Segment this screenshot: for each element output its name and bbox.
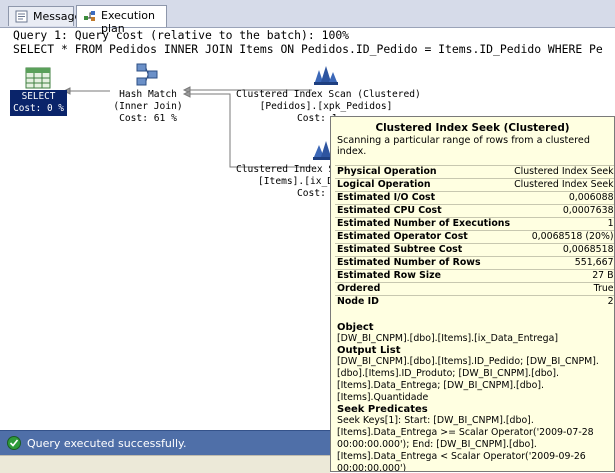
- tooltip-row: Estimated Row Size 27 B: [335, 269, 614, 283]
- tab-execution-plan[interactable]: Execution plan: [76, 5, 167, 35]
- tooltip-row: Estimated Operator Cost 0,0068518 (20%): [335, 230, 614, 244]
- messages-icon: [15, 10, 28, 23]
- query-cost-line: Query 1: Query cost (relative to the bat…: [13, 28, 350, 42]
- seek-node-cost: Cost:: [297, 188, 326, 199]
- status-bar: Query executed successfully.: [0, 430, 330, 456]
- tab-messages[interactable]: Messages: [8, 6, 87, 26]
- tooltip-row-value: 0,006088: [512, 191, 614, 205]
- tooltip-row-value: 0,0068518: [512, 243, 614, 257]
- tooltip-row-key: Logical Operation: [335, 178, 513, 192]
- scan-node-object: [Pedidos].[xpk_Pedidos]: [259, 101, 393, 112]
- tooltip-row: Ordered True: [335, 282, 614, 296]
- tooltip-row-key: Estimated Row Size: [335, 269, 513, 283]
- select-table-icon[interactable]: [25, 67, 51, 89]
- tooltip-row: Node ID 2: [335, 295, 614, 308]
- operator-tooltip: Clustered Index Seek (Clustered) Scannin…: [330, 116, 615, 472]
- tooltip-row-key: Estimated Number of Rows: [335, 256, 513, 270]
- clustered-index-seek-node-label[interactable]: Clustered Index S [Items].[ix_D Cost:: [236, 164, 330, 200]
- tooltip-row-value: 27 B: [512, 269, 614, 283]
- hash-match-cost: Cost: 61 %: [119, 113, 177, 124]
- tooltip-row-value: 0,0007638: [512, 204, 614, 218]
- tooltip-row-value: 1: [512, 217, 614, 231]
- tooltip-row-value: 2: [512, 295, 614, 308]
- query-sql-line: SELECT * FROM Pedidos INNER JOIN Items O…: [13, 42, 603, 56]
- tooltip-seek-heading: Seek Predicates: [337, 404, 428, 415]
- tooltip-row-key: Ordered: [335, 282, 513, 296]
- execution-plan-icon: [84, 11, 95, 21]
- tooltip-seek-value: Seek Keys[1]: Start: [DW_BI_CNPM].[dbo].…: [337, 415, 594, 472]
- select-node-name: SELECT: [21, 91, 56, 102]
- status-message: Query executed successfully.: [27, 437, 187, 450]
- scan-node-name: Clustered Index Scan (Clustered): [236, 89, 421, 100]
- seek-node-name: Clustered Index S: [236, 164, 330, 175]
- tooltip-row-key: Physical Operation: [335, 165, 513, 179]
- tooltip-row-value: 551,667: [512, 256, 614, 270]
- tooltip-row-key: Estimated Operator Cost: [335, 230, 513, 244]
- hash-match-node-label[interactable]: Hash Match (Inner Join) Cost: 61 %: [98, 89, 198, 125]
- tooltip-object-value: [DW_BI_CNPM].[dbo].[Items].[ix_Data_Entr…: [337, 333, 558, 344]
- tooltip-row: Estimated Number of Rows 551,667: [335, 256, 614, 270]
- seek-node-object: [Items].[ix_D: [258, 176, 330, 187]
- tooltip-row: Estimated Number of Executions 1: [335, 217, 614, 231]
- results-tab-bar: Messages Execution plan: [0, 0, 615, 35]
- hash-match-name: Hash Match: [119, 89, 177, 100]
- tooltip-row-key: Estimated CPU Cost: [335, 204, 513, 218]
- tooltip-row-key: Node ID: [335, 295, 513, 308]
- success-check-icon: [7, 436, 21, 450]
- tooltip-row: Estimated CPU Cost 0,0007638: [335, 204, 614, 218]
- select-node-cost: Cost: 0 %: [13, 103, 64, 114]
- clustered-index-scan-icon[interactable]: [313, 62, 339, 86]
- tooltip-row-key: Estimated Number of Executions: [335, 217, 513, 231]
- tooltip-row: Physical Operation Clustered Index Seek: [335, 165, 614, 179]
- select-node-label[interactable]: SELECT Cost: 0 %: [10, 90, 67, 116]
- tooltip-row-key: Estimated Subtree Cost: [335, 243, 513, 257]
- horizontal-scrollbar[interactable]: [0, 455, 330, 473]
- tooltip-row-key: Estimated I/O Cost: [335, 191, 513, 205]
- tooltip-object-heading: Object: [337, 322, 374, 333]
- tooltip-description: Scanning a particular range of rows from…: [337, 135, 590, 157]
- tooltip-row: Estimated I/O Cost 0,006088: [335, 191, 614, 205]
- tooltip-row: Estimated Subtree Cost 0,0068518: [335, 243, 614, 257]
- tooltip-output-value: [DW_BI_CNPM].[dbo].[Items].ID_Pedido; [D…: [337, 356, 599, 403]
- tooltip-row: Logical Operation Clustered Index Seek: [335, 178, 614, 192]
- hash-match-icon[interactable]: [135, 62, 159, 88]
- tooltip-row-value: Clustered Index Seek: [512, 165, 614, 179]
- tooltip-row-value: True: [512, 282, 614, 296]
- tooltip-row-value: Clustered Index Seek: [512, 178, 614, 192]
- hash-match-join: (Inner Join): [113, 101, 183, 112]
- tooltip-title: Clustered Index Seek (Clustered): [375, 122, 570, 134]
- tooltip-properties-table: Physical Operation Clustered Index Seek Lo…: [335, 165, 614, 308]
- tooltip-output-heading: Output List: [337, 345, 401, 356]
- tooltip-row-value: 0,0068518 (20%): [512, 230, 614, 244]
- clustered-index-seek-icon[interactable]: [313, 139, 331, 161]
